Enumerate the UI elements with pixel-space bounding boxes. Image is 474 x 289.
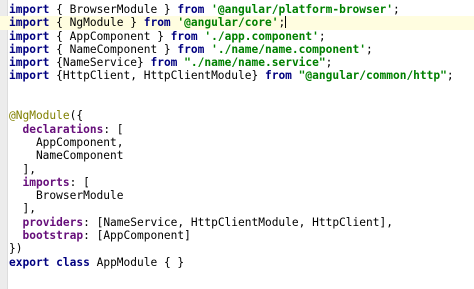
code-token: ; [366,42,373,56]
keyword-token: import [9,42,50,56]
keyword-token: from [177,42,205,56]
code-line[interactable]: BrowserModule [9,189,474,202]
code-token: ; [318,29,326,43]
string-token: "./name/name.service" [184,56,326,70]
code-token: ({ [69,109,84,123]
code-token: }) [9,242,23,256]
keyword-token: from [264,69,292,83]
keyword-token: import [9,29,50,43]
code-line[interactable]: import {HttpClient, HttpClientModule} fr… [9,69,474,82]
code-line[interactable]: providers: [NameService, HttpClientModul… [9,216,474,229]
keyword-token: from [150,56,178,70]
keyword-token: import [9,69,50,83]
code-area[interactable]: import { BrowserModule } from '@angular/… [0,3,474,269]
code-line[interactable]: import { NameComponent } from './name/na… [9,43,474,56]
string-token: "@angular/common/http" [298,69,447,83]
code-line-current[interactable]: import { NgModule } from '@angular/core'… [0,16,474,30]
code-token: NameComponent [9,149,124,163]
code-token: { BrowserModule } [49,3,178,16]
keyword-token: from [177,3,205,16]
keyword-token: export [9,255,50,269]
code-line[interactable]: ], [9,202,474,215]
keyword-token: class [56,255,90,269]
code-editor[interactable]: import { BrowserModule } from '@angular/… [0,0,474,289]
annotation-token: @NgModule [9,109,70,123]
code-token: ; [325,56,333,70]
keyword-token: from [143,16,171,30]
code-token: { AppComponent } [49,29,171,43]
code-token: : [NameService, HttpClientModule, HttpCl… [83,215,393,229]
text-caret [285,16,287,29]
code-line[interactable]: imports: [ [9,176,474,189]
code-line[interactable]: import { BrowserModule } from '@angular/… [9,3,474,16]
property-token: imports [22,175,70,189]
code-line[interactable]: }) [9,242,474,255]
code-line[interactable]: declarations: [ [9,123,474,136]
code-line[interactable] [9,83,474,96]
code-line[interactable]: ], [9,163,474,176]
code-line[interactable]: bootstrap: [AppComponent] [9,229,474,242]
property-token: bootstrap [22,229,84,243]
code-token: : [ [69,175,90,189]
code-line[interactable]: @NgModule({ [9,109,474,122]
code-token: AppModule { } [89,255,185,269]
string-token: '@angular/platform-browser' [211,3,393,16]
code-line[interactable]: export class AppModule { } [9,256,474,269]
code-line[interactable]: AppComponent, [9,136,474,149]
code-token: AppComponent, [9,135,124,149]
code-token: : [ [103,122,124,136]
keyword-token: import [9,3,50,16]
code-token: ], [9,202,36,216]
code-token: {HttpClient, HttpClientModule} [49,69,265,83]
keyword-token: import [9,56,50,70]
string-token: './name/name.component' [211,42,367,56]
property-token: providers [22,215,84,229]
code-token: ; [392,3,400,16]
string-token: '@angular/core' [177,16,279,30]
code-line[interactable]: NameComponent [9,149,474,162]
code-token: ; [278,16,286,30]
code-token: {NameService} [49,56,151,70]
keyword-token: import [9,16,50,30]
code-token: ], [9,162,36,176]
keyword-token: from [170,29,198,43]
code-token: ; [446,69,454,83]
code-token: : [AppComponent] [83,229,191,243]
code-token: { NameComponent } [49,42,178,56]
code-line[interactable] [9,96,474,109]
property-token: declarations [22,122,104,136]
editor-gutter [0,0,8,289]
code-token: BrowserModule [9,189,124,203]
code-line[interactable]: import {NameService} from "./name/name.s… [9,56,474,69]
code-line[interactable]: import { AppComponent } from './app.comp… [9,30,474,43]
string-token: './app.component' [204,29,319,43]
code-token: { NgModule } [49,16,144,30]
